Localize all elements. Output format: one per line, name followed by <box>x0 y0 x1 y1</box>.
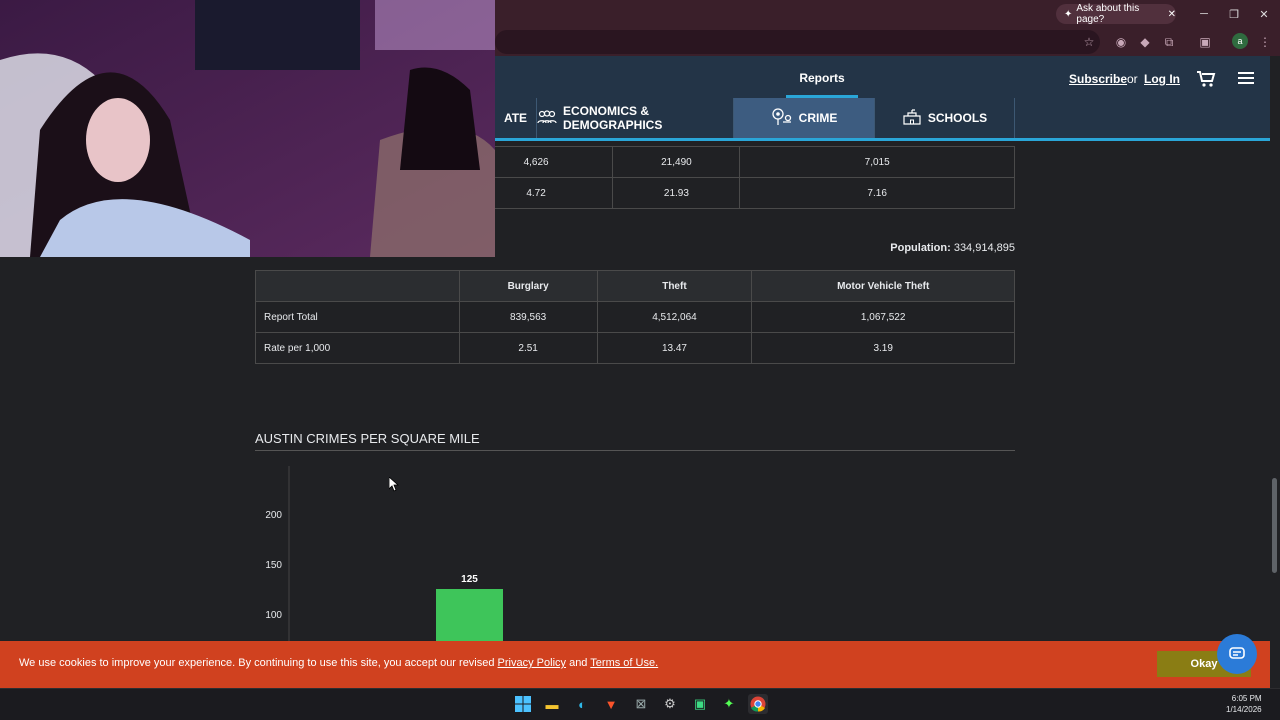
minimize-button[interactable]: ─ <box>1194 4 1214 24</box>
cookie-message: We use cookies to improve your experienc… <box>19 657 658 669</box>
tab-label: ECONOMICS & DEMOGRAPHICS <box>563 104 663 132</box>
subscribe-link[interactable]: Subscribe <box>1069 72 1127 86</box>
start-menu-icon[interactable] <box>513 694 533 714</box>
tab-crime[interactable]: CRIME <box>733 98 874 138</box>
file-explorer-icon[interactable]: ▬ <box>542 694 562 714</box>
bookmark-star-icon[interactable]: ☆ <box>1080 33 1098 51</box>
table-cell: 839,563 <box>458 301 598 333</box>
tab-climate[interactable]: ATE <box>495 98 536 138</box>
people-icon <box>537 109 557 127</box>
row-label: Report Total <box>255 301 460 333</box>
column-header <box>255 270 460 302</box>
table-cell: 21,490 <box>612 146 741 178</box>
extension-icon[interactable]: ◉ <box>1112 33 1130 51</box>
table-header-row: Burglary Theft Motor Vehicle Theft <box>255 270 1015 302</box>
chart-bar <box>436 589 503 641</box>
kebab-menu-icon[interactable]: ⋮ <box>1256 33 1274 51</box>
ask-about-page-label: Ask about this page? <box>1076 3 1140 25</box>
extension-icon[interactable]: ◆ <box>1136 33 1154 51</box>
privacy-policy-link[interactable]: Privacy Policy <box>498 657 566 669</box>
chart-title: AUSTIN CRIMES PER SQUARE MILE <box>255 431 480 446</box>
sparkle-icon: ✦ <box>1064 8 1073 20</box>
table-cell: 7.16 <box>739 177 1015 209</box>
table-cell: 3.19 <box>751 332 1015 364</box>
close-window-button[interactable]: ✕ <box>1254 4 1274 24</box>
settings-gear-icon[interactable]: ⚙ <box>660 694 680 714</box>
tab-economics-demographics[interactable]: ECONOMICS & DEMOGRAPHICS <box>536 98 733 138</box>
tab-label: ATE <box>503 111 528 125</box>
edge-browser-icon[interactable]: ◐ <box>572 694 592 714</box>
hamburger-menu-icon[interactable] <box>1238 72 1254 86</box>
scrollbar-thumb[interactable] <box>1272 478 1277 573</box>
address-bar[interactable] <box>495 30 1100 54</box>
chrome-browser-icon[interactable] <box>748 694 768 714</box>
clock-date: 1/14/2026 <box>1226 705 1262 714</box>
crimes-per-square-mile-chart: 100 150 200 125 <box>265 466 503 641</box>
y-tick-label: 100 <box>265 610 282 621</box>
cookie-text: We use cookies to improve your experienc… <box>19 657 498 669</box>
bar-data-label: 125 <box>461 574 478 585</box>
table-cell: 2.51 <box>458 332 598 364</box>
row-label: Rate per 1,000 <box>255 332 460 364</box>
side-panel-icon[interactable]: ▣ <box>1196 33 1214 51</box>
table-row: Report Total 839,563 4,512,064 1,067,522 <box>255 301 1015 333</box>
table-cell: 13.47 <box>596 332 753 364</box>
app-icon[interactable]: ▣ <box>690 694 710 714</box>
webcam-overlay <box>0 0 495 257</box>
cart-icon[interactable] <box>1196 70 1216 90</box>
clock-time: 6:05 PM <box>1231 694 1262 703</box>
population-value: 334,914,895 <box>950 242 1015 254</box>
table-cell: 4,512,064 <box>596 301 753 333</box>
app-icon[interactable]: ✦ <box>719 694 739 714</box>
column-header: Theft <box>596 270 753 302</box>
population-text: Population: 334,914,895 <box>860 242 1015 254</box>
close-icon[interactable]: ✕ <box>1168 9 1176 20</box>
ask-about-page-button[interactable]: ✦ Ask about this page? ✕ <box>1056 3 1176 25</box>
terms-of-use-link[interactable]: Terms of Use. <box>590 657 658 669</box>
population-label: Population: <box>890 242 951 254</box>
mouse-cursor-icon <box>389 477 399 492</box>
login-link[interactable]: Log In <box>1144 72 1180 86</box>
y-tick-label: 150 <box>265 560 282 571</box>
profile-avatar[interactable]: a <box>1232 33 1248 49</box>
map-pin-icon <box>771 107 793 129</box>
property-crime-table: Burglary Theft Motor Vehicle Theft Repor… <box>255 270 1015 364</box>
table-cell: 1,067,522 <box>751 301 1015 333</box>
or-text: or <box>1127 72 1138 86</box>
tab-label: CRIME <box>798 111 838 125</box>
y-tick-label: 200 <box>265 510 282 521</box>
section-divider <box>255 450 1015 451</box>
page-scrollbar[interactable] <box>1270 56 1280 688</box>
puzzle-icon[interactable]: ⧉ <box>1160 33 1178 51</box>
school-building-icon <box>902 108 922 128</box>
table-cell: 21.93 <box>612 177 741 209</box>
app-icon[interactable]: ⊠ <box>631 694 651 714</box>
system-clock[interactable]: 6:05 PM 1/14/2026 <box>1226 693 1262 715</box>
table-row: Rate per 1,000 2.51 13.47 3.19 <box>255 332 1015 364</box>
column-header: Motor Vehicle Theft <box>751 270 1015 302</box>
brave-browser-icon[interactable]: ▼ <box>601 694 621 714</box>
tab-label: SCHOOLS <box>927 111 988 125</box>
chat-bubble-icon[interactable] <box>1217 634 1257 674</box>
column-header: Burglary <box>458 270 598 302</box>
nav-reports-link[interactable]: Reports <box>786 60 858 98</box>
tab-schools[interactable]: SCHOOLS <box>874 98 1015 138</box>
cookie-and: and <box>566 657 591 669</box>
restore-button[interactable]: ❐ <box>1224 4 1244 24</box>
table-cell: 7,015 <box>739 146 1015 178</box>
